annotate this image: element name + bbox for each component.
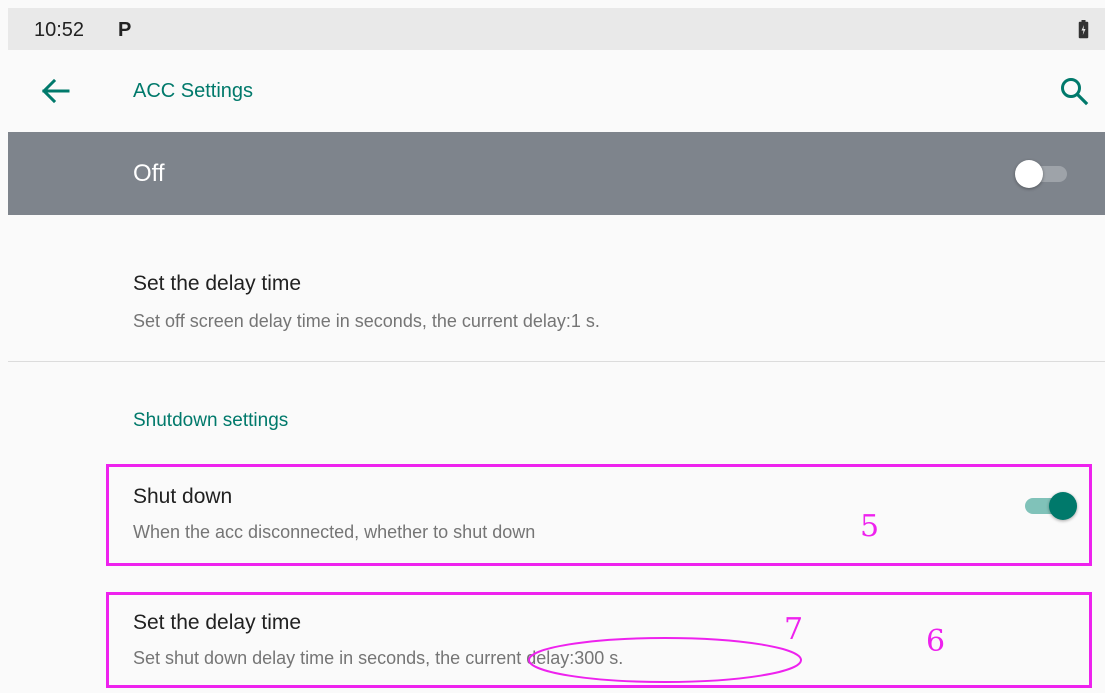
shut-down-toggle[interactable]: [1021, 489, 1077, 523]
toggle-thumb: [1049, 492, 1077, 520]
screen: 10:52 P ACC Settings Off Set the delay t…: [0, 0, 1105, 693]
arrow-left-icon[interactable]: [40, 78, 70, 104]
divider: [8, 361, 1105, 362]
preference-title: Set the delay time: [133, 611, 302, 634]
summary-prefix: Set shut down delay time in seconds,: [133, 648, 431, 668]
preference-title: Set the delay time: [133, 272, 302, 295]
master-switch-toggle[interactable]: [1015, 157, 1071, 191]
toggle-thumb: [1015, 160, 1043, 188]
app-bar: ACC Settings: [8, 50, 1105, 132]
battery-icon: [1078, 20, 1089, 39]
preference-summary: Set off screen delay time in seconds, th…: [133, 311, 600, 331]
status-time: 10:52: [34, 19, 85, 41]
notification-p-icon: P: [118, 19, 132, 41]
screen-off-delay-preference[interactable]: Set the delay time Set off screen delay …: [8, 215, 1105, 361]
preference-summary: When the acc disconnected, whether to sh…: [133, 522, 536, 542]
preference-summary: Set shut down delay time in seconds, the…: [133, 648, 623, 669]
preference-title: Shut down: [133, 485, 233, 508]
master-switch-bar[interactable]: Off: [8, 132, 1105, 215]
status-bar: 10:52 P: [8, 8, 1105, 50]
page-title: ACC Settings: [133, 80, 254, 102]
search-icon[interactable]: [1059, 76, 1089, 106]
shut-down-preference[interactable]: Shut down When the acc disconnected, whe…: [8, 465, 1105, 565]
category-title-shutdown: Shutdown settings: [133, 410, 289, 431]
shutdown-delay-preference[interactable]: Set the delay time Set shut down delay t…: [8, 596, 1105, 688]
summary-current-delay: the current delay:300 s.: [430, 648, 624, 668]
master-switch-label: Off: [133, 160, 165, 187]
